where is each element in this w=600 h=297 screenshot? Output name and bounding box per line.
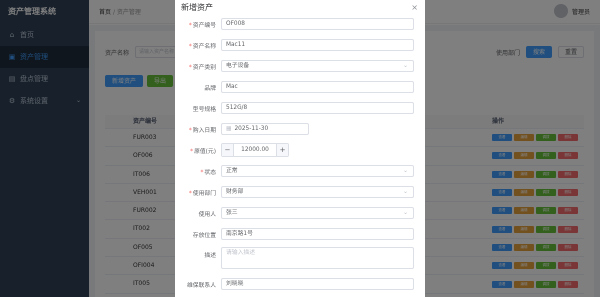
chevron-down-icon: ⌄ bbox=[402, 167, 408, 174]
field-label: 存放位置 bbox=[192, 232, 216, 239]
form-row-category: *资产类别 电子设备 ⌄ bbox=[175, 59, 425, 73]
location-field[interactable]: 南京路1号 bbox=[221, 228, 414, 240]
asset-name-field[interactable]: Mac11 bbox=[221, 39, 414, 51]
form-row-description: 描述 请输入描述 bbox=[175, 247, 425, 269]
form-row-user: 使用人 张三 ⌄ bbox=[175, 206, 425, 220]
field-label: 描述 bbox=[204, 253, 216, 259]
field-label: 资产编号 bbox=[192, 22, 216, 29]
form-row-maintenance: 维保联系人 刘晓晓 bbox=[175, 277, 425, 291]
purchase-date-picker[interactable]: ▦ 2025-11-30 bbox=[221, 123, 309, 135]
form-row-code: *资产编号 OF008 bbox=[175, 17, 425, 31]
department-select[interactable]: 财务部 ⌄ bbox=[221, 186, 414, 198]
field-label: 使用部门 bbox=[192, 190, 216, 197]
field-label: 使用人 bbox=[198, 211, 216, 218]
form-row-brand: 品牌 Mac bbox=[175, 80, 425, 94]
select-value: 正常 bbox=[226, 168, 238, 174]
date-value: 2025-11-30 bbox=[234, 126, 269, 132]
user-select[interactable]: 张三 ⌄ bbox=[221, 207, 414, 219]
description-textarea[interactable]: 请输入描述 bbox=[221, 247, 414, 269]
form-row-purchase-date: *购入日期 ▦ 2025-11-30 bbox=[175, 122, 425, 136]
add-asset-dialog: 新增资产 × *资产编号 OF008 *资产名称 Mac11 *资产类别 电子设… bbox=[175, 0, 425, 297]
field-label: 型号规格 bbox=[192, 106, 216, 113]
field-label: 购入日期 bbox=[192, 127, 216, 134]
field-label: 资产名称 bbox=[192, 43, 216, 50]
form-row-dept: *使用部门 财务部 ⌄ bbox=[175, 185, 425, 199]
status-select[interactable]: 正常 ⌄ bbox=[221, 165, 414, 177]
form-row-value: *原值(元) − 12000.00 + bbox=[175, 143, 425, 157]
form-row-name: *资产名称 Mac11 bbox=[175, 38, 425, 52]
form-row-status: *状态 正常 ⌄ bbox=[175, 164, 425, 178]
value-stepper: − 12000.00 + bbox=[221, 143, 289, 157]
chevron-down-icon: ⌄ bbox=[402, 188, 408, 195]
value-input[interactable]: 12000.00 bbox=[234, 144, 276, 156]
field-label: 维保联系人 bbox=[187, 282, 216, 289]
field-label: 资产类别 bbox=[192, 64, 216, 71]
maintenance-contact-field[interactable]: 刘晓晓 bbox=[221, 278, 414, 290]
select-value: 电子设备 bbox=[226, 63, 250, 69]
field-label: 品牌 bbox=[204, 85, 216, 92]
field-label: 原值(元) bbox=[194, 148, 216, 155]
field-label: 状态 bbox=[204, 169, 216, 176]
form-row-model: 型号规格 512G/8 bbox=[175, 101, 425, 115]
app-root: 资产管理系统 ⌂ 首页 ▣ 资产管理 ▤ 盘点管理 ⚙ 系统设置 ⌄ 首页 / … bbox=[0, 0, 600, 297]
select-value: 财务部 bbox=[226, 189, 244, 195]
select-value: 张三 bbox=[226, 210, 238, 216]
brand-field[interactable]: Mac bbox=[221, 81, 414, 93]
model-field[interactable]: 512G/8 bbox=[221, 102, 414, 114]
calendar-icon: ▦ bbox=[226, 126, 232, 132]
close-icon[interactable]: × bbox=[411, 3, 418, 12]
asset-category-select[interactable]: 电子设备 ⌄ bbox=[221, 60, 414, 72]
form-row-location: 存放位置 南京路1号 bbox=[175, 227, 425, 241]
plus-button[interactable]: + bbox=[276, 144, 288, 156]
chevron-down-icon: ⌄ bbox=[402, 62, 408, 69]
asset-code-field[interactable]: OF008 bbox=[221, 18, 414, 30]
chevron-down-icon: ⌄ bbox=[402, 209, 408, 216]
minus-button[interactable]: − bbox=[222, 144, 234, 156]
dialog-title: 新增资产 bbox=[181, 3, 213, 12]
